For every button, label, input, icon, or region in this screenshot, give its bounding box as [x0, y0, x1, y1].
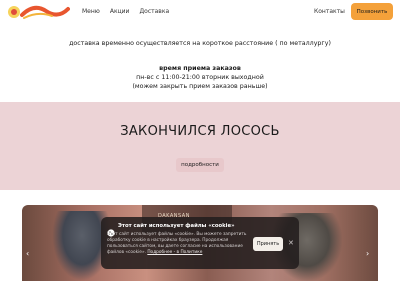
nav-menu[interactable]: Меню [82, 8, 100, 15]
chevron-right-icon[interactable]: › [366, 249, 369, 258]
order-hours-note: (можем закрыть прием заказов раньше) [132, 83, 268, 90]
cookie-banner: Этот сайт использует файлы «cookie» Этот… [101, 217, 299, 269]
call-button[interactable]: Позвонить [351, 3, 393, 20]
chevron-left-icon[interactable]: ‹ [26, 249, 29, 258]
cookie-text: Этот сайт использует файлы «cookie». Вы … [107, 232, 247, 256]
close-icon[interactable]: ✕ [288, 239, 294, 247]
nav-contacts[interactable]: Контакты [314, 8, 345, 15]
main-nav: Меню Акции Доставка [82, 8, 169, 15]
accept-cookies-button[interactable]: Принять [253, 237, 283, 251]
cookie-policy-link[interactable]: Подробнее - в Политике [147, 250, 202, 255]
promo-banner: ЗАКОНЧИЛСЯ ЛОСОСЬ подробности [0, 102, 400, 190]
site-header: Меню Акции Доставка Контакты Позвонить [0, 0, 400, 24]
details-button[interactable]: подробности [176, 158, 224, 172]
promo-title: ЗАКОНЧИЛСЯ ЛОСОСЬ [120, 124, 280, 139]
logo[interactable] [6, 1, 70, 23]
cookie-icon [107, 222, 115, 237]
logo-icon [8, 5, 70, 19]
order-hours-title: время приема заказов [159, 65, 241, 72]
nav-promotions[interactable]: Акции [110, 8, 130, 15]
nav-delivery[interactable]: Доставка [139, 8, 169, 15]
delivery-notice: доставка временно осуществляется на коро… [69, 40, 331, 47]
cookie-title: Этот сайт использует файлы «cookie» [118, 223, 235, 229]
order-hours: пн-вс с 11:00-21:00 вторник выходной [136, 74, 264, 81]
